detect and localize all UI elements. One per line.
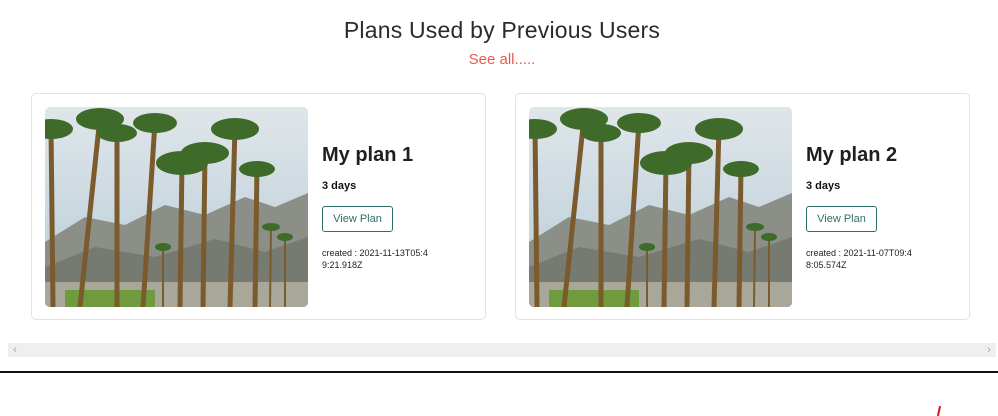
plan-duration: 3 days bbox=[322, 180, 357, 192]
view-plan-button[interactable]: View Plan bbox=[322, 206, 393, 232]
red-mark-icon bbox=[936, 405, 942, 416]
created-timestamp: created : 2021-11-07T09:48:05.574Z bbox=[806, 248, 912, 270]
plan-card: My plan 1 3 days View Plan created : 202… bbox=[31, 93, 486, 320]
plan-image bbox=[529, 107, 792, 307]
section-divider bbox=[0, 371, 998, 373]
section-title: Plans Used by Previous Users bbox=[343, 17, 661, 43]
plan-card: My plan 2 3 days View Plan created : 202… bbox=[515, 93, 970, 320]
plan-image bbox=[45, 107, 308, 307]
chevron-left-icon[interactable]: ‹ bbox=[8, 343, 22, 357]
plan-duration: 3 days bbox=[806, 180, 841, 192]
chevron-right-icon[interactable]: › bbox=[982, 343, 996, 357]
plan-name: My plan 2 bbox=[806, 144, 898, 166]
created-timestamp: created : 2021-11-13T05:49:21.918Z bbox=[322, 248, 428, 270]
horizontal-scrollbar[interactable]: ‹ › bbox=[8, 343, 996, 357]
plan-name: My plan 1 bbox=[322, 144, 414, 166]
see-all-link[interactable]: See all..... bbox=[0, 51, 998, 68]
view-plan-button[interactable]: View Plan bbox=[806, 206, 877, 232]
